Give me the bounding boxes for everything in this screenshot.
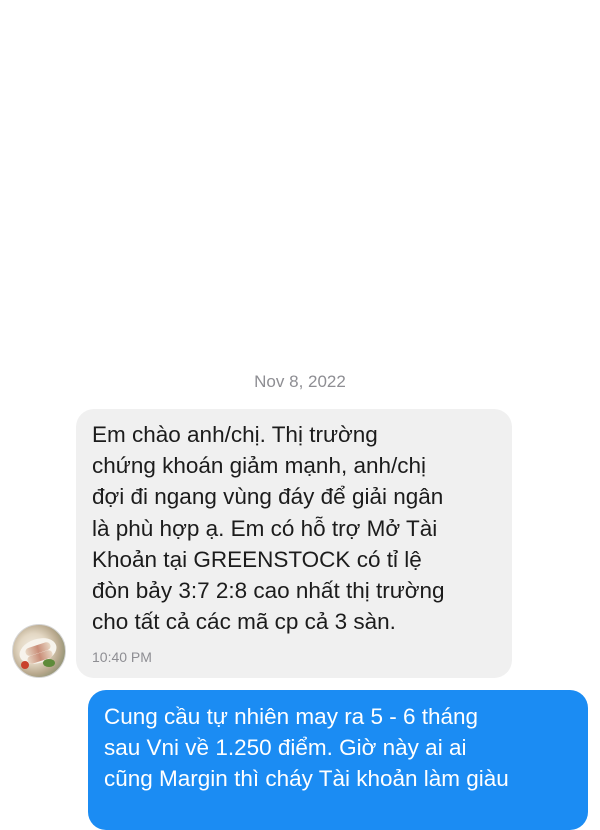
message-timestamp: 10:40 PM — [92, 649, 152, 665]
date-divider: Nov 8, 2022 — [254, 372, 346, 391]
avatar-leaf-shape — [43, 659, 55, 667]
avatar-tomato-shape — [21, 661, 29, 669]
outgoing-message-text: Cung cầu tự nhiên may ra 5 - 6 tháng sau… — [104, 704, 509, 792]
outgoing-message-bubble[interactable]: Cung cầu tự nhiên may ra 5 - 6 tháng sau… — [88, 690, 588, 830]
sender-avatar[interactable] — [12, 624, 66, 678]
incoming-message-bubble[interactable]: Em chào anh/chị. Thị trường chứng khoán … — [76, 409, 512, 678]
incoming-message-text: Em chào anh/chị. Thị trường chứng khoán … — [92, 422, 445, 635]
